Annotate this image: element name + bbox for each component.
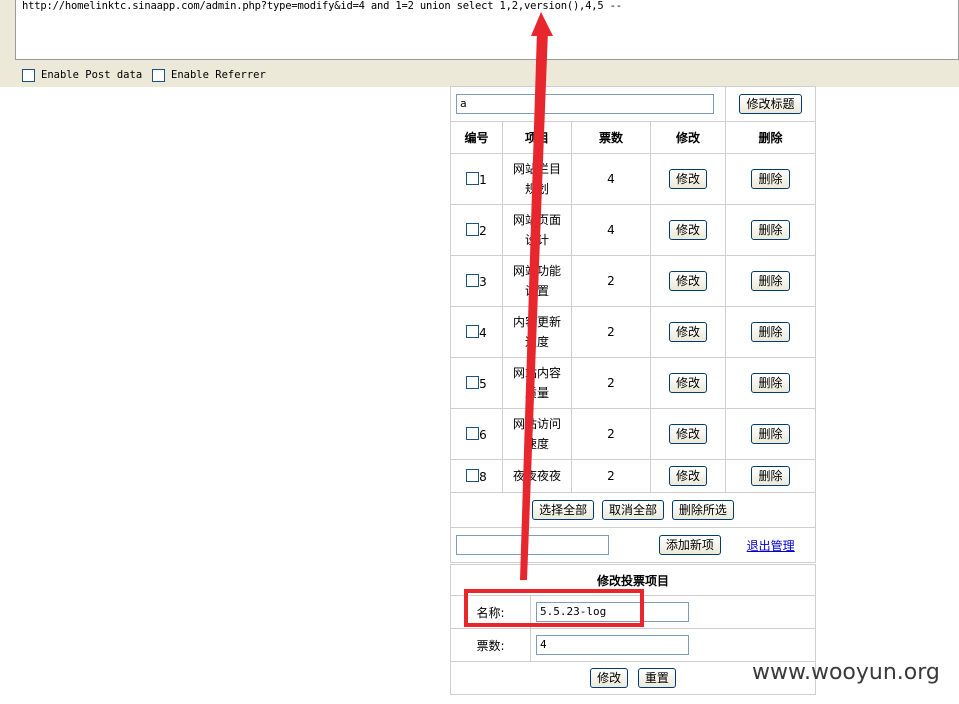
annotation-arrow [520, 12, 553, 580]
watermark: www.wooyun.org [752, 660, 940, 685]
